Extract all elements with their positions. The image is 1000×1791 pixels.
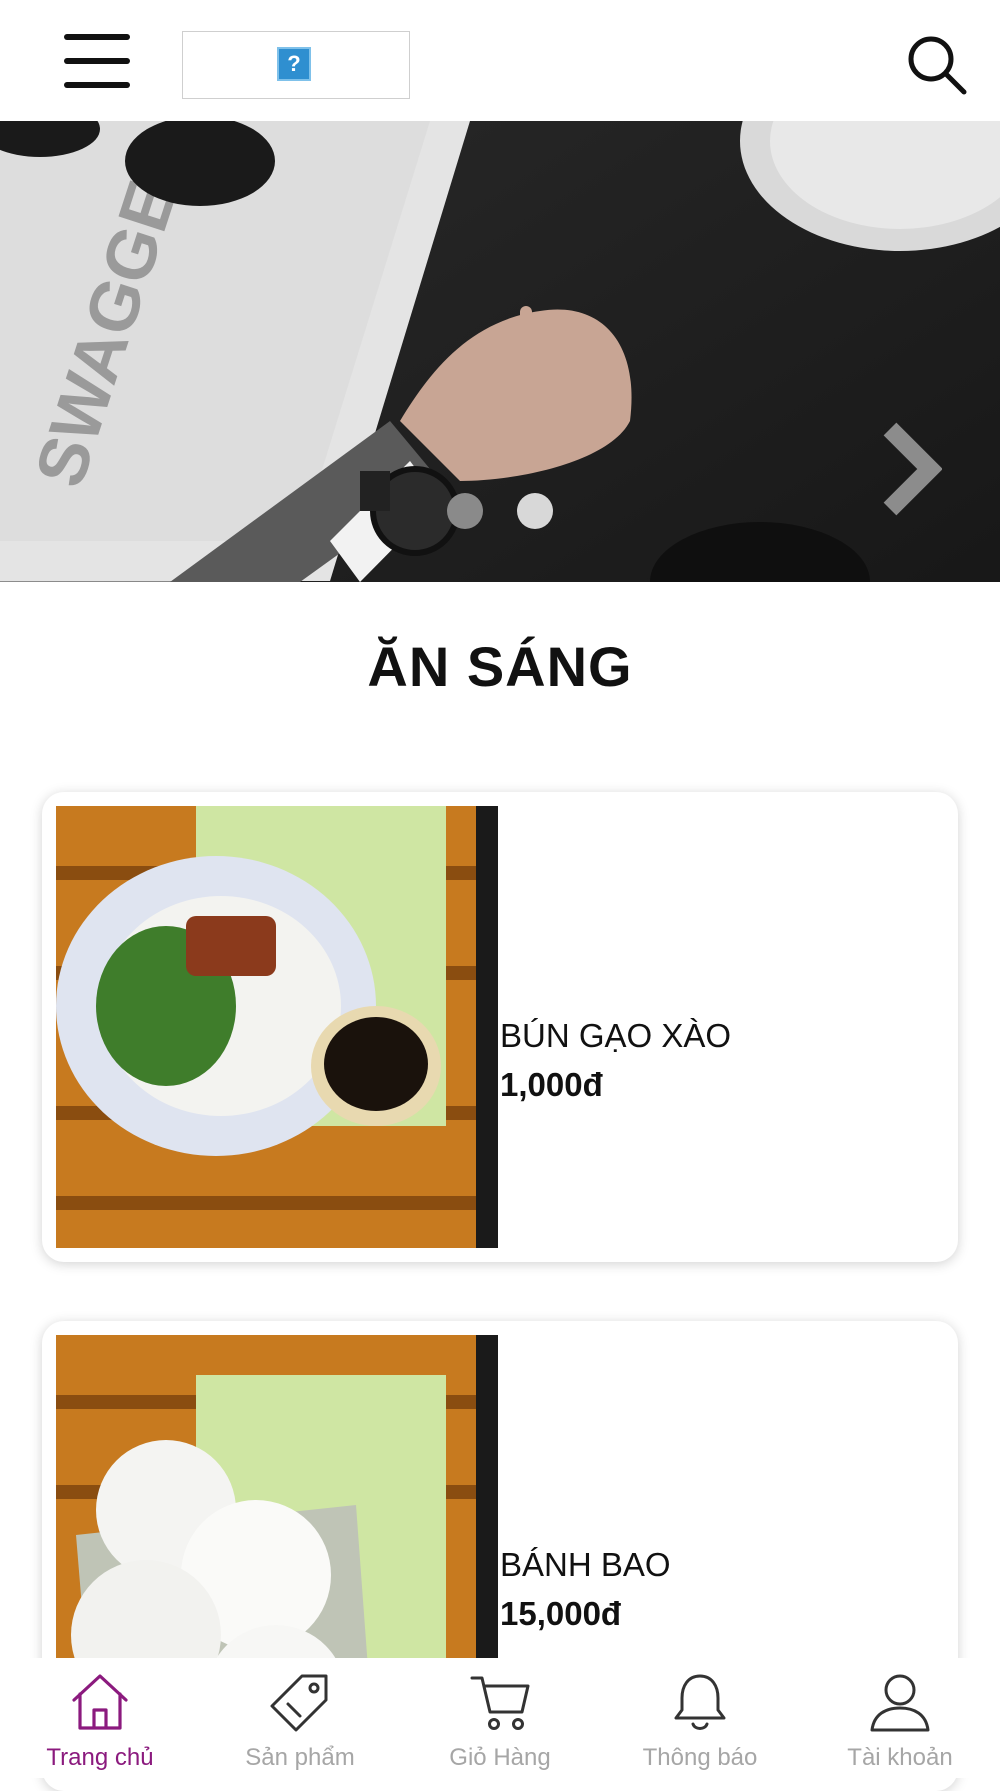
product-card[interactable]: BÚN GẠO XÀO 1,000đ	[42, 792, 958, 1262]
nav-label: Thông báo	[642, 1744, 758, 1771]
nav-label: Tài khoản	[847, 1744, 953, 1771]
product-name: BÁNH BAO	[500, 1546, 671, 1583]
logo-image-frame[interactable]: ?	[182, 31, 410, 99]
carousel-dot-1[interactable]	[447, 493, 483, 529]
nav-item-notifications[interactable]: Thông báo	[600, 1658, 800, 1778]
bottom-navigation: Trang chủ Sản phẩm Giỏ Hàng Thông báo Tà…	[0, 1658, 1000, 1778]
chevron-right-icon[interactable]	[878, 421, 942, 517]
hero-carousel[interactable]: SWAGGER	[0, 121, 1000, 582]
user-icon	[870, 1674, 930, 1732]
home-icon	[72, 1674, 128, 1730]
product-name: BÚN GẠO XÀO	[500, 1017, 732, 1054]
bell-icon	[674, 1674, 726, 1730]
product-price: 1,000đ	[500, 1066, 603, 1103]
nav-item-account[interactable]: Tài khoản	[800, 1658, 1000, 1778]
nav-label: Sản phẩm	[245, 1744, 355, 1771]
broken-image-icon: ?	[277, 47, 311, 81]
section-title: ĂN SÁNG	[367, 635, 633, 698]
hero-banner-image: SWAGGER	[0, 121, 1000, 582]
nav-item-products[interactable]: Sản phẩm	[200, 1658, 400, 1778]
nav-item-cart[interactable]: Giỏ Hàng	[400, 1658, 600, 1778]
product-price: 15,000đ	[500, 1595, 622, 1632]
carousel-dot-2[interactable]	[517, 493, 553, 529]
nav-item-home[interactable]: Trang chủ	[0, 1658, 200, 1778]
nav-label: Giỏ Hàng	[449, 1744, 551, 1771]
nav-label: Trang chủ	[46, 1744, 154, 1771]
search-icon[interactable]	[906, 34, 968, 96]
product-image	[56, 806, 498, 1248]
tag-icon	[270, 1674, 328, 1732]
cart-icon	[470, 1676, 530, 1730]
hamburger-menu-icon[interactable]	[64, 34, 130, 88]
top-app-bar: ?	[0, 0, 1000, 121]
